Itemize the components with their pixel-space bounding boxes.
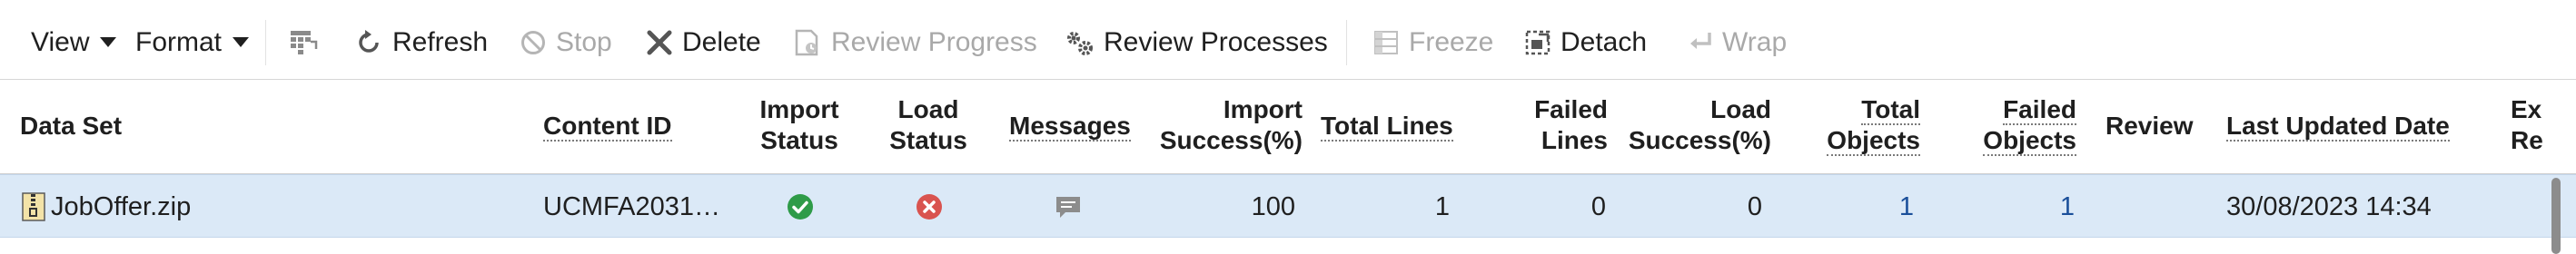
column-header-total-lines[interactable]: Total Lines: [1321, 111, 1453, 142]
format-menu[interactable]: Format: [135, 22, 250, 64]
column-header-extra[interactable]: Ex Re: [2511, 94, 2543, 156]
message-icon[interactable]: [1054, 193, 1083, 220]
column-header-label: Load: [1710, 95, 1771, 123]
column-header-label: Success(%): [1159, 126, 1303, 154]
column-header-import-success[interactable]: Import Success(%): [1141, 94, 1303, 156]
cell-data-set: JobOffer.zip: [22, 175, 191, 239]
column-header-label: Messages: [1009, 112, 1131, 142]
column-header-label: Failed: [2003, 95, 2076, 125]
data-set-filename: JobOffer.zip: [51, 192, 192, 221]
toolbar: View Format Refresh Stop Delete Review P…: [0, 0, 2576, 80]
cell-total-lines: 1: [1434, 192, 1450, 221]
cell-load-success: 0: [1747, 192, 1762, 221]
column-header-label: Total Lines: [1321, 112, 1453, 142]
column-header-content-id[interactable]: Content ID: [543, 111, 672, 142]
column-header-label: Import: [1223, 95, 1303, 123]
column-header-data-set[interactable]: Data Set: [20, 111, 122, 142]
wrap-icon: [1686, 29, 1713, 56]
column-header-import-status[interactable]: Import Status: [745, 94, 854, 156]
column-header-load-success[interactable]: Load Success(%): [1622, 94, 1771, 156]
cell-last-updated: 30/08/2023 14:34: [2226, 192, 2432, 221]
column-header-review[interactable]: Review: [2105, 111, 2194, 142]
format-menu-label: Format: [135, 27, 223, 57]
review-progress-label: Review Progress: [831, 27, 1037, 57]
review-processes-label: Review Processes: [1104, 27, 1328, 57]
column-header-label: Status: [760, 126, 838, 154]
column-header-label: Review: [2105, 112, 2194, 140]
column-header-label: Ex: [2511, 95, 2542, 123]
review-processes-button[interactable]: Review Processes: [1064, 22, 1328, 64]
column-header-label: Objects: [1983, 126, 2076, 156]
column-header-total-objects[interactable]: Total Objects: [1802, 94, 1920, 156]
column-header-label: Import: [759, 95, 839, 123]
error-x-icon[interactable]: [916, 193, 943, 220]
column-header-messages[interactable]: Messages: [1009, 111, 1131, 142]
column-header-last-updated[interactable]: Last Updated Date: [2226, 111, 2450, 142]
wrap-button[interactable]: Wrap: [1686, 22, 1787, 64]
freeze-button[interactable]: Freeze: [1372, 22, 1493, 64]
detach-button[interactable]: Detach: [1524, 22, 1647, 64]
column-header-label: Status: [889, 126, 967, 154]
column-header-label: Load: [897, 95, 959, 123]
column-header-label: Data Set: [20, 112, 123, 140]
view-menu-label: View: [31, 27, 90, 57]
column-header-failed-objects[interactable]: Failed Objects: [1949, 94, 2076, 156]
column-header-failed-lines[interactable]: Failed Lines: [1471, 94, 1608, 156]
cell-failed-objects-link[interactable]: 1: [1971, 175, 2075, 239]
columns-button[interactable]: [289, 22, 320, 64]
freeze-icon: [1372, 29, 1400, 56]
zip-file-icon: [22, 192, 45, 221]
column-header-label: Total: [1861, 95, 1920, 125]
column-header-label: Success(%): [1628, 126, 1771, 154]
column-header-load-status[interactable]: Load Status: [874, 94, 983, 156]
cell-content-id: UCMFA2031…: [543, 192, 721, 221]
column-header-label: Re: [2511, 126, 2543, 154]
cell-failed-lines: 0: [1590, 192, 1606, 221]
toolbar-separator: [265, 20, 266, 65]
view-menu[interactable]: View: [31, 22, 117, 64]
chevron-down-icon: [233, 37, 250, 48]
cell-import-success: 100: [1251, 192, 1295, 221]
column-header-label: Lines: [1541, 126, 1608, 154]
delete-icon: [646, 29, 673, 56]
delete-label: Delete: [682, 27, 761, 57]
delete-button[interactable]: Delete: [646, 22, 761, 64]
freeze-label: Freeze: [1409, 27, 1494, 57]
vertical-scrollbar[interactable]: [2549, 178, 2563, 254]
table-header: Data Set Content ID Import Status Load S…: [0, 80, 2576, 174]
stop-label: Stop: [556, 27, 612, 57]
scrollbar-thumb[interactable]: [2551, 178, 2561, 254]
column-header-label: Objects: [1827, 126, 1920, 156]
chevron-down-icon: [100, 37, 117, 48]
wrap-label: Wrap: [1722, 27, 1788, 57]
detach-icon: [1524, 29, 1551, 56]
column-header-label: Failed: [1534, 95, 1608, 123]
refresh-icon: [354, 28, 383, 57]
review-progress-icon: [793, 28, 822, 57]
refresh-label: Refresh: [392, 27, 489, 57]
table-row[interactable]: JobOffer.zip UCMFA2031… 100 1 0 0 1 1 30…: [0, 174, 2576, 238]
review-progress-button[interactable]: Review Progress: [793, 22, 1037, 64]
refresh-button[interactable]: Refresh: [354, 22, 488, 64]
toolbar-separator: [1346, 20, 1347, 65]
stop-icon: [520, 29, 547, 56]
column-header-label: Content ID: [543, 112, 672, 142]
detach-label: Detach: [1560, 27, 1648, 57]
success-check-icon: [787, 193, 814, 220]
stop-button[interactable]: Stop: [520, 22, 612, 64]
columns-icon: [289, 27, 320, 58]
cell-total-objects-link[interactable]: 1: [1817, 175, 1914, 239]
gears-icon: [1064, 28, 1095, 57]
column-header-label: Last Updated Date: [2226, 112, 2450, 142]
